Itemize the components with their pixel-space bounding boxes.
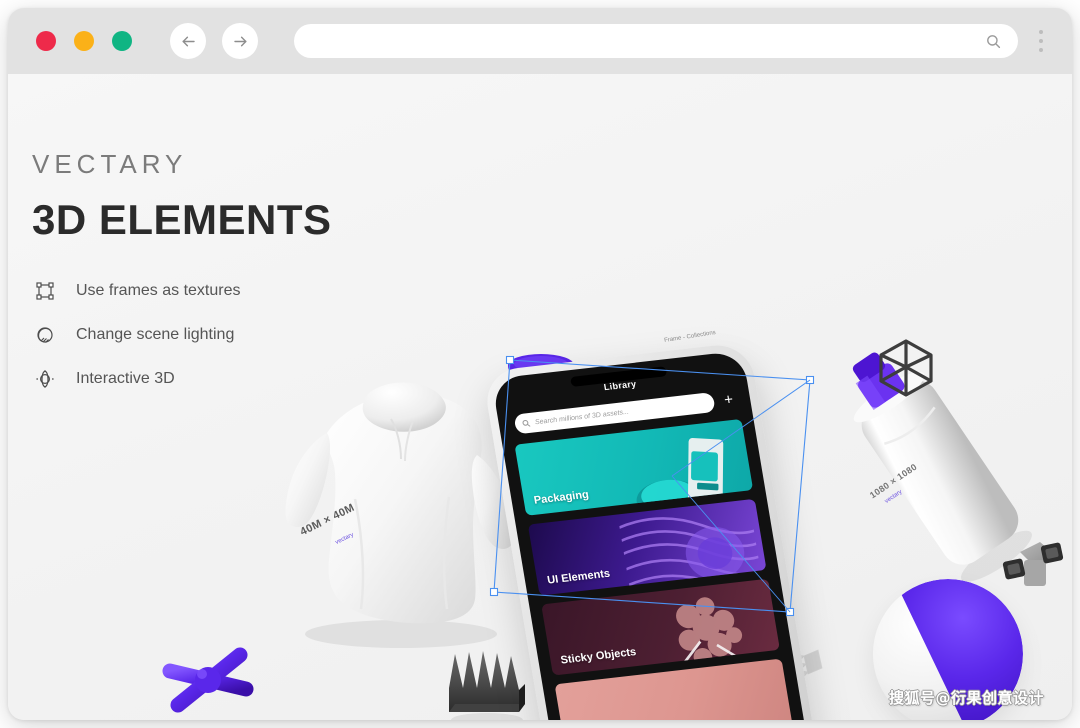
object-wireframe-cube [874, 336, 938, 400]
card-label: Sticky Objects [559, 646, 638, 667]
object-purple-jack [156, 627, 261, 720]
feature-item-lighting: Change scene lighting [32, 322, 332, 348]
window-maximize-button[interactable] [112, 31, 132, 51]
browser-chrome-bar [8, 8, 1072, 74]
lighting-icon [32, 322, 58, 348]
feature-label: Use frames as textures [76, 282, 241, 299]
feature-label: Interactive 3D [76, 370, 175, 387]
add-asset-button[interactable]: + [723, 391, 735, 409]
phone-screen: Library Search millions of 3D assets... … [491, 350, 809, 720]
collection-card-packaging[interactable]: Packaging [514, 418, 754, 516]
forward-button[interactable] [222, 23, 258, 59]
watermark: 搜狐号@衍果创意设计 [888, 689, 1044, 707]
search-icon [521, 414, 532, 433]
back-button[interactable] [170, 23, 206, 59]
window-close-button[interactable] [36, 31, 56, 51]
phone-mockup: Library Search millions of 3D assets... … [482, 304, 866, 720]
brand-wordmark: VECTARY [32, 149, 188, 179]
window-minimize-button[interactable] [74, 31, 94, 51]
address-bar[interactable] [294, 24, 1018, 58]
screenshot-stage: VECTARY 3D ELEMENTS Use frames as textur… [0, 0, 1080, 728]
page-title: 3D ELEMENTS [32, 196, 332, 243]
navigation-buttons [170, 23, 258, 59]
card-label: Packaging [532, 488, 590, 507]
search-placeholder-text: Search millions of 3D assets... [534, 408, 630, 426]
arrow-right-icon [232, 33, 249, 50]
orbit-icon [32, 366, 58, 392]
feature-label: Change scene lighting [76, 326, 235, 343]
object-dark-clamp [998, 534, 1070, 604]
address-input[interactable] [310, 33, 985, 49]
traffic-lights [36, 31, 132, 51]
page-canvas: VECTARY 3D ELEMENTS Use frames as textur… [8, 74, 1072, 720]
browser-window: VECTARY 3D ELEMENTS Use frames as textur… [8, 8, 1072, 720]
kebab-menu-icon[interactable] [1026, 30, 1056, 52]
feature-item-frames: Use frames as textures [32, 278, 332, 304]
phone-body: Library Search millions of 3D assets... … [482, 341, 818, 720]
collection-card-list: Packaging UI Elements Sticky Objects [514, 418, 794, 720]
frame-icon [32, 278, 58, 304]
collection-card-ui-elements[interactable]: UI Elements [527, 498, 767, 596]
arrow-left-icon [180, 33, 197, 50]
search-icon[interactable] [985, 33, 1002, 50]
collection-card-sticky-objects[interactable]: Sticky Objects [541, 578, 780, 676]
card-label: UI Elements [546, 567, 611, 587]
